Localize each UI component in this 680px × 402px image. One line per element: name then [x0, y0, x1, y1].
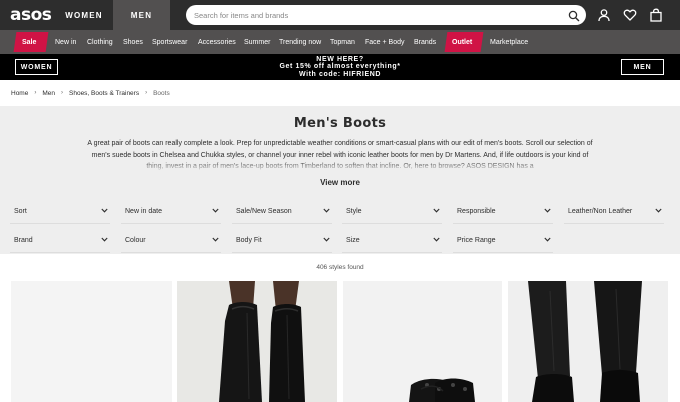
chevron-down-icon [323, 208, 330, 213]
filter-divider [453, 252, 553, 253]
product-image [343, 281, 502, 402]
filter-colour[interactable]: Colour [121, 229, 221, 251]
filter-label: Colour [125, 236, 146, 244]
filter-body-fit[interactable]: Body Fit [232, 229, 332, 251]
tab-women[interactable]: WOMEN [55, 0, 113, 30]
filter-label: Sort [14, 207, 27, 215]
nav-item-topman[interactable]: Topman [330, 30, 355, 54]
filter-label: Leather/Non Leather [568, 207, 633, 215]
chevron-down-icon [101, 237, 108, 242]
filter-divider [121, 223, 221, 224]
account-icon[interactable] [597, 8, 611, 22]
nav-item-accessories[interactable]: Accessories [198, 30, 236, 54]
promo-men-button[interactable]: MEN [621, 59, 664, 75]
filter-divider [232, 223, 332, 224]
tab-men[interactable]: MEN [113, 0, 170, 30]
filter-divider [342, 252, 442, 253]
filter-size[interactable]: Size [342, 229, 442, 251]
filter-divider [564, 223, 664, 224]
results-count: 406 styles found [316, 264, 364, 271]
breadcrumb-separator-icon: › [34, 90, 37, 96]
chevron-down-icon [544, 237, 551, 242]
filter-label: Size [346, 236, 360, 244]
bag-icon[interactable] [649, 8, 663, 22]
filter-sort[interactable]: Sort [10, 200, 110, 222]
filter-label: Body Fit [236, 236, 262, 244]
chevron-down-icon [101, 208, 108, 213]
breadcrumb-home[interactable]: Home [11, 90, 28, 97]
promo-line-3: With code: HIFRIEND [298, 70, 382, 78]
breadcrumb-separator-icon: › [61, 90, 63, 96]
filter-label: Brand [14, 236, 33, 244]
filter-new-in-date[interactable]: New in date [121, 200, 221, 222]
filter-label: New in date [125, 207, 162, 215]
nav-item-face-body[interactable]: Face + Body [365, 30, 405, 54]
product-image [177, 281, 337, 402]
promo-women-button[interactable]: WOMEN [15, 59, 58, 75]
nav-item-shoes[interactable]: Shoes [123, 30, 143, 54]
promo-line-2: Get 15% off almost everything* [279, 63, 401, 71]
filter-divider [453, 223, 553, 224]
product-card[interactable] [11, 281, 172, 402]
breadcrumb-men[interactable]: Men [42, 90, 55, 97]
wishlist-icon[interactable] [623, 8, 637, 22]
nav-item-outlet[interactable]: Outlet [452, 30, 472, 54]
product-card[interactable] [177, 281, 337, 402]
promo-banner[interactable]: WOMEN NEW HERE? Get 15% off almost every… [0, 54, 680, 80]
filter-sale-new-season[interactable]: Sale/New Season [232, 200, 332, 222]
breadcrumb-shoes[interactable]: Shoes, Boots & Trainers [69, 90, 139, 97]
chevron-down-icon [655, 208, 662, 213]
filter-label: Sale/New Season [236, 207, 292, 215]
nav-item-summer[interactable]: Summer [244, 30, 270, 54]
filter-divider [121, 252, 221, 253]
search-icon[interactable] [568, 9, 580, 22]
product-card[interactable] [508, 281, 668, 402]
filter-divider [342, 223, 442, 224]
nav-item-trending-now[interactable]: Trending now [279, 30, 321, 54]
filter-divider [10, 223, 110, 224]
nav-item-brands[interactable]: Brands [414, 30, 436, 54]
filter-panel: Sort New in date Sale/New Season Style R… [0, 196, 680, 254]
product-image [11, 281, 172, 402]
product-card[interactable] [343, 281, 502, 402]
nav-item-marketplace[interactable]: Marketplace [490, 30, 528, 54]
nav-item-sportswear[interactable]: Sportswear [152, 30, 187, 54]
promo-message: NEW HERE? Get 15% off almost everything*… [240, 56, 440, 78]
chevron-down-icon [323, 237, 330, 242]
view-more-button[interactable]: View more [300, 178, 380, 187]
nav-item-sale[interactable]: Sale [22, 30, 36, 54]
nav-item-new-in[interactable]: New in [55, 30, 76, 54]
page-title: Men's Boots [293, 116, 387, 131]
promo-line-1: NEW HERE? [316, 56, 364, 63]
top-header: asos WOMEN MEN [0, 0, 680, 30]
asos-logo[interactable]: asos [10, 6, 52, 24]
chevron-down-icon [544, 208, 551, 213]
breadcrumb: Home › Men › Shoes, Boots & Trainers › B… [11, 88, 170, 98]
filter-divider [232, 252, 332, 253]
filter-price-range[interactable]: Price Range [453, 229, 553, 251]
filter-label: Responsible [457, 207, 496, 215]
chevron-down-icon [433, 208, 440, 213]
filter-label: Price Range [457, 236, 496, 244]
filter-style[interactable]: Style [342, 200, 442, 222]
chevron-down-icon [212, 208, 219, 213]
chevron-down-icon [433, 237, 440, 242]
product-image [508, 281, 668, 402]
nav-item-clothing[interactable]: Clothing [87, 30, 113, 54]
filter-label: Style [346, 207, 362, 215]
category-nav: Sale New in Clothing Shoes Sportswear Ac… [0, 30, 680, 54]
chevron-down-icon [212, 237, 219, 242]
intro-fade [86, 160, 594, 172]
breadcrumb-separator-icon: › [145, 90, 148, 96]
search-input[interactable] [194, 5, 564, 25]
filter-leather-non-leather[interactable]: Leather/Non Leather [564, 200, 664, 222]
breadcrumb-current: Boots [153, 89, 170, 97]
filter-brand[interactable]: Brand [10, 229, 110, 251]
search-bar [186, 5, 586, 25]
filter-divider [10, 252, 110, 253]
filter-responsible[interactable]: Responsible [453, 200, 553, 222]
